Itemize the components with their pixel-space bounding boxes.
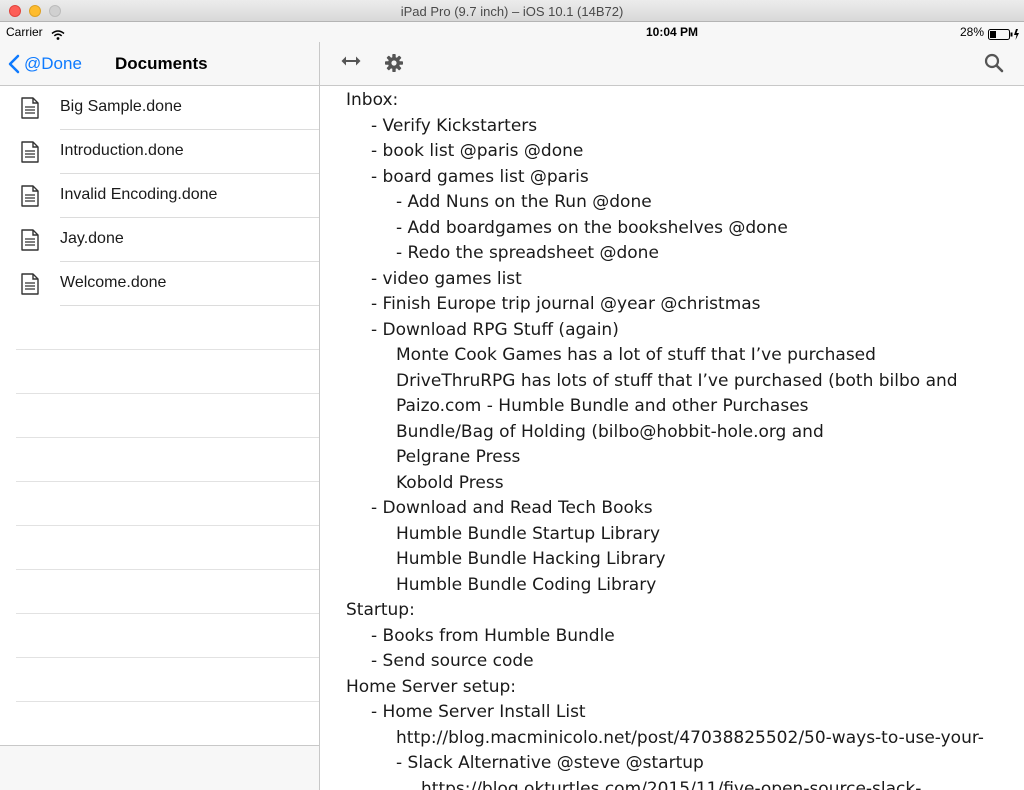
empty-row <box>0 658 319 702</box>
editor-line: - Slack Alternative @steve @startup <box>396 753 704 773</box>
document-item[interactable]: Big Sample.done <box>0 86 319 130</box>
editor-line: - book list @paris @done <box>371 141 584 161</box>
document-label: Jay.done <box>60 230 124 247</box>
empty-row <box>0 394 319 438</box>
editor-line: Bundle/Bag of Holding (bilbo@hobbit-hole… <box>396 421 824 442</box>
editor-text-area[interactable]: Inbox: - Verify Kickstarters - book list @… <box>346 88 1016 790</box>
editor-line: Humble Bundle Coding Library <box>396 574 657 595</box>
sidebar-title: Documents <box>115 54 208 73</box>
empty-row <box>0 350 319 394</box>
status-time: 10:04 PM <box>645 25 699 39</box>
document-item[interactable]: Welcome.done <box>0 262 319 306</box>
document-item[interactable]: Jay.done <box>0 218 319 262</box>
editor-line: Humble Bundle Hacking Library <box>396 549 666 569</box>
back-button[interactable]: @Done <box>8 52 82 76</box>
window-title: iPad Pro (9.7 inch) – iOS 10.1 (14B72) <box>400 4 624 19</box>
document-icon <box>20 273 40 300</box>
empty-row <box>0 614 319 658</box>
document-icon <box>20 229 40 256</box>
editor-line: Inbox: <box>346 90 399 110</box>
battery-icon <box>988 27 1020 45</box>
editor-line: Kobold Press <box>396 472 504 493</box>
empty-row <box>0 526 319 570</box>
editor-line: http://blog.macminicolo.net/post/4703882… <box>396 727 984 748</box>
window-titlebar: iPad Pro (9.7 inch) – iOS 10.1 (14B72) <box>0 0 1024 22</box>
document-icon <box>20 185 40 212</box>
editor-line: - video games list <box>371 268 522 289</box>
editor-line: - Home Server Install List <box>371 702 586 722</box>
sidebar: Carrier @Done Documents Big Sample.done <box>0 22 320 790</box>
editor-pane: 10:04 PM 28% Inbox: - Verify Kickstarter… <box>320 22 1024 790</box>
empty-row <box>0 306 319 350</box>
editor-line: - Books from Humble Bundle <box>371 625 615 646</box>
empty-row <box>0 438 319 482</box>
status-bar-left: Carrier <box>0 22 320 42</box>
resize-icon[interactable] <box>340 54 362 73</box>
document-label: Big Sample.done <box>60 98 182 115</box>
editor-line: Startup: <box>346 600 415 620</box>
chevron-left-icon <box>8 54 20 74</box>
editor-line: DriveThruRPG has lots of stuff that I’ve… <box>396 370 958 391</box>
document-item[interactable]: Introduction.done <box>0 130 319 174</box>
editor-line: Paizo.com - Humble Bundle and other Purc… <box>396 396 809 416</box>
editor-line: Humble Bundle Startup Library <box>396 523 661 544</box>
editor-line: - Verify Kickstarters <box>371 115 538 136</box>
carrier-label: Carrier <box>6 25 43 39</box>
editor-line: Pelgrane Press <box>396 447 521 467</box>
editor-line: https://blog.okturtles.com/2015/11/five-… <box>421 778 922 790</box>
document-icon <box>20 141 40 168</box>
sidebar-nav-bar: @Done Documents <box>0 42 319 86</box>
editor-line: - board games list @paris <box>371 166 589 187</box>
editor-line: - Add boardgames on the bookshelves @don… <box>396 217 788 238</box>
editor-line: - Download and Read Tech Books <box>371 498 653 518</box>
document-label: Introduction.done <box>60 142 184 159</box>
sidebar-bottom-toolbar <box>0 745 319 790</box>
document-label: Invalid Encoding.done <box>60 186 218 203</box>
editor-line: - Finish Europe trip journal @year @chri… <box>371 294 761 314</box>
editor-toolbar: 10:04 PM 28% <box>320 22 1024 86</box>
editor-line: Home Server setup: <box>346 676 517 697</box>
gear-icon[interactable] <box>384 53 404 78</box>
document-label: Welcome.done <box>60 274 167 291</box>
editor-line: - Add Nuns on the Run @done <box>396 192 652 212</box>
back-button-label: @Done <box>24 54 82 73</box>
document-icon <box>20 97 40 124</box>
editor-line: - Redo the spreadsheet @done <box>396 243 659 263</box>
battery-percent: 28% <box>959 25 984 39</box>
search-icon[interactable] <box>984 53 1004 78</box>
empty-row <box>0 570 319 614</box>
empty-row <box>0 482 319 526</box>
document-item[interactable]: Invalid Encoding.done <box>0 174 319 218</box>
editor-line: Monte Cook Games has a lot of stuff that… <box>396 345 876 365</box>
document-list: Big Sample.done Introduction.done Invali… <box>0 86 319 702</box>
editor-line: - Download RPG Stuff (again) <box>371 319 619 340</box>
editor-line: - Send source code <box>371 651 534 671</box>
